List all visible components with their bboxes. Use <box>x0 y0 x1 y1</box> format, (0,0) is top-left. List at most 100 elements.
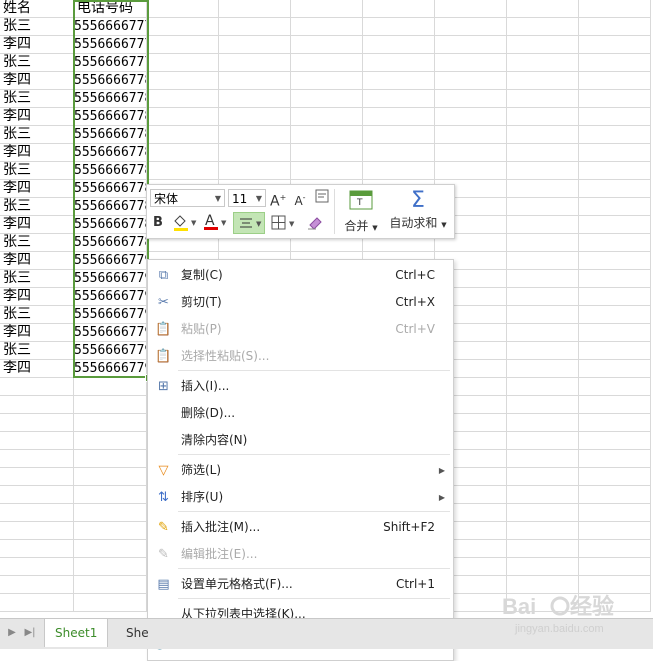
sheet-cell[interactable] <box>74 378 147 396</box>
sheet-cell[interactable] <box>435 54 507 72</box>
sheet-cell[interactable] <box>363 54 435 72</box>
sheet-cell[interactable]: 5556666779 <box>74 270 147 288</box>
sheet-cell[interactable] <box>219 54 291 72</box>
sheet-cell[interactable] <box>363 72 435 90</box>
sheet-cell[interactable] <box>363 108 435 126</box>
sheet-cell[interactable] <box>0 468 74 486</box>
sheet-cell[interactable] <box>0 558 74 576</box>
sheet-cell[interactable] <box>579 144 651 162</box>
sheet-cell[interactable] <box>74 468 147 486</box>
sheet-cell[interactable] <box>435 36 507 54</box>
sheet-cell[interactable] <box>579 108 651 126</box>
menu-item-1[interactable]: ✂ 剪切(T) Ctrl+X <box>148 289 453 316</box>
sheet-cell[interactable] <box>291 18 363 36</box>
sheet-cell[interactable] <box>579 0 651 18</box>
sheet-cell[interactable] <box>507 468 579 486</box>
sheet-cell[interactable] <box>147 162 219 180</box>
sheet-cell[interactable]: 张三 <box>0 270 74 288</box>
sheet-cell[interactable] <box>507 126 579 144</box>
menu-item-8[interactable]: ⇅ 排序(U) ▶ <box>148 484 453 511</box>
sheet-cell[interactable] <box>74 414 147 432</box>
sheet-cell[interactable] <box>507 162 579 180</box>
sheet-cell[interactable] <box>219 72 291 90</box>
sheet-cell[interactable] <box>147 144 219 162</box>
align-center-button[interactable]: ▼ <box>233 212 265 234</box>
sheet-cell[interactable]: 张三 <box>0 234 74 252</box>
sheet-cell[interactable]: 张三 <box>0 126 74 144</box>
sheet-cell[interactable] <box>579 216 651 234</box>
sheet-cell[interactable]: 李四 <box>0 216 74 234</box>
menu-item-0[interactable]: ⧉ 复制(C) Ctrl+C <box>148 262 453 289</box>
sheet-cell[interactable] <box>291 144 363 162</box>
sheet-cell[interactable] <box>219 162 291 180</box>
sheet-cell[interactable]: 5556666779 <box>74 324 147 342</box>
menu-item-5[interactable]: 删除(D)... <box>148 400 453 427</box>
sheet-cell[interactable] <box>147 36 219 54</box>
sheet-cell[interactable] <box>507 558 579 576</box>
sheet-cell[interactable] <box>291 0 363 18</box>
sheet-cell[interactable] <box>219 144 291 162</box>
sheet-cell[interactable]: 李四 <box>0 288 74 306</box>
sheet-cell[interactable] <box>291 54 363 72</box>
sheet-cell[interactable] <box>579 360 651 378</box>
sheet-cell[interactable] <box>147 18 219 36</box>
sheet-cell[interactable]: 张三 <box>0 342 74 360</box>
sheet-cell[interactable] <box>507 180 579 198</box>
sheet-cell[interactable] <box>435 72 507 90</box>
sheet-cell[interactable]: 55566667779 <box>74 54 147 72</box>
sheet-cell[interactable] <box>363 36 435 54</box>
sheet-cell[interactable]: 李四 <box>0 144 74 162</box>
sheet-cell[interactable] <box>579 414 651 432</box>
sheet-cell[interactable]: 55566667781 <box>74 90 147 108</box>
sheet-cell[interactable]: 李四 <box>0 180 74 198</box>
sheet-cell[interactable]: 5556666778 <box>74 198 147 216</box>
sheet-cell[interactable] <box>0 504 74 522</box>
sheet-cell[interactable] <box>579 90 651 108</box>
sheet-cell[interactable] <box>507 90 579 108</box>
sheet-cell[interactable] <box>507 396 579 414</box>
sheet-cell[interactable]: 李四 <box>0 252 74 270</box>
sheet-cell[interactable] <box>507 36 579 54</box>
sheet-cell[interactable] <box>507 540 579 558</box>
sheet-cell[interactable] <box>579 162 651 180</box>
sheet-cell[interactable]: 5556666779 <box>74 288 147 306</box>
sheet-cell[interactable] <box>74 576 147 594</box>
sheet-cell[interactable] <box>0 594 74 612</box>
sheet-cell[interactable] <box>0 522 74 540</box>
sheet-cell[interactable] <box>291 72 363 90</box>
sheet-cell[interactable] <box>579 396 651 414</box>
sheet-cell[interactable] <box>507 306 579 324</box>
sheet-cell[interactable] <box>435 108 507 126</box>
sheet-cell[interactable]: 5556666778 <box>74 180 147 198</box>
sheet-cell[interactable] <box>363 0 435 18</box>
sheet-cell[interactable]: 5556666778 <box>74 216 147 234</box>
tab-sheet1[interactable]: Sheet1 <box>44 619 109 647</box>
sheet-cell[interactable] <box>579 522 651 540</box>
sheet-cell[interactable] <box>507 234 579 252</box>
sheet-cell[interactable]: 55566667784 <box>74 144 147 162</box>
menu-item-9[interactable]: ✎ 插入批注(M)... Shift+F2 <box>148 514 453 541</box>
sheet-cell[interactable] <box>579 468 651 486</box>
sheet-cell[interactable] <box>507 270 579 288</box>
sheet-cell[interactable] <box>579 576 651 594</box>
sheet-cell[interactable] <box>0 396 74 414</box>
sheet-cell[interactable]: 5556666779 <box>74 306 147 324</box>
sheet-cell[interactable] <box>74 486 147 504</box>
sheet-cell[interactable]: 张三 <box>0 198 74 216</box>
sheet-cell[interactable]: 55566667780 <box>74 72 147 90</box>
sheet-cell[interactable]: 5556666779 <box>74 360 147 378</box>
sheet-cell[interactable] <box>579 234 651 252</box>
sheet-cell[interactable] <box>579 180 651 198</box>
sheet-cell[interactable] <box>147 90 219 108</box>
sheet-cell[interactable] <box>435 162 507 180</box>
sheet-cell[interactable] <box>0 414 74 432</box>
borders-button[interactable]: ▼ <box>269 213 297 233</box>
sheet-cell[interactable] <box>579 432 651 450</box>
sheet-cell[interactable] <box>74 504 147 522</box>
sheet-cell[interactable]: 张三 <box>0 18 74 36</box>
sheet-cell[interactable] <box>507 342 579 360</box>
fill-color-button[interactable]: ▼ <box>171 213 197 233</box>
clear-format-button[interactable] <box>314 189 330 209</box>
sheet-cell[interactable]: 5556666779 <box>74 252 147 270</box>
sheet-cell[interactable] <box>74 522 147 540</box>
